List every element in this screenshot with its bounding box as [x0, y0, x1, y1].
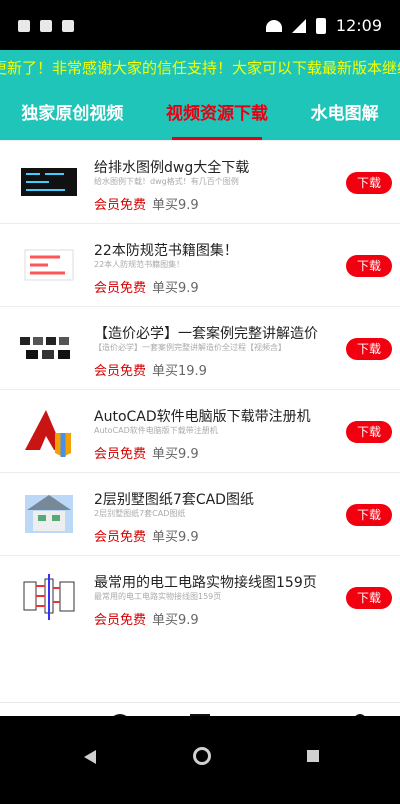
tab-water-electric-diagram[interactable]: 水电图解 [307, 88, 383, 140]
thumbnail-drainage [21, 168, 77, 196]
item-title: AutoCAD软件电脑版下载带注册机 [94, 409, 311, 425]
download-button[interactable]: 下载 [346, 255, 392, 277]
app-content: 更新了！非常感谢大家的信任支持！大家可以下载最新版本继续使用 独家原创视频 视频… [0, 50, 400, 716]
phone-screen: 12:09 更新了！非常感谢大家的信任支持！大家可以下载最新版本继续使用 独家原… [0, 0, 400, 804]
download-button[interactable]: 下载 [346, 504, 392, 526]
list-item[interactable]: 【造价必学】一套案例完整讲解造价 【造价必学】一套案例完整讲解造价全过程【视频含… [0, 306, 400, 389]
item-subtitle: 最常用的电工电路实物接线图159页 [94, 592, 222, 601]
member-free-label: 会员免费 [94, 447, 147, 462]
nav-recommend[interactable]: 推荐 [240, 703, 320, 716]
single-price: 单买9.9 [152, 613, 199, 628]
signal-icon [291, 18, 306, 33]
item-subtitle: 给水图例下载！dwg格式！有几百个图例 [94, 177, 239, 186]
nav-home[interactable]: 主页 [0, 703, 80, 716]
list-item[interactable]: 最常用的电工电路实物接线图159页 最常用的电工电路实物接线图159页 会员免费… [0, 555, 400, 638]
nav-profile[interactable]: 我的 [320, 703, 400, 716]
status-system-icons: 12:09 [265, 16, 382, 35]
tab-video-download[interactable]: 视频资源下载 [162, 88, 272, 140]
status-time: 12:09 [335, 16, 382, 35]
wifi-icon [265, 19, 282, 32]
list-item[interactable]: 22本防规范书籍图集！ 22本人防规范书籍图集！ 会员免费 单买9.9 下载 [0, 223, 400, 306]
recent-apps-icon[interactable] [307, 750, 319, 762]
announcement-marquee: 更新了！非常感谢大家的信任支持！大家可以下载最新版本继续使用 [0, 50, 400, 88]
announcement-text: 更新了！非常感谢大家的信任支持！大家可以下载最新版本继续使用 [0, 59, 400, 77]
download-button[interactable]: 下载 [346, 172, 392, 194]
member-free-label: 会员免费 [94, 613, 147, 628]
item-title: 22本防规范书籍图集！ [94, 243, 238, 259]
thumbnail-villa [25, 495, 73, 533]
item-subtitle: 22本人防规范书籍图集！ [94, 260, 185, 269]
single-price: 单买9.9 [152, 281, 199, 296]
single-price: 单买19.9 [152, 364, 207, 379]
back-icon[interactable] [84, 750, 96, 764]
item-title: 【造价必学】一套案例完整讲解造价 [94, 326, 318, 342]
member-free-label: 会员免费 [94, 530, 147, 545]
download-button[interactable]: 下载 [346, 587, 392, 609]
status-sync-icon [40, 20, 52, 32]
battery-icon [315, 17, 326, 34]
item-title: 2层别墅图纸7套CAD图纸 [94, 492, 254, 508]
status-sd-icon [62, 20, 74, 32]
bottom-navigation: 主页 服务 计算 推荐 我的 [0, 702, 400, 716]
top-tabs: 独家原创视频 视频资源下载 水电图解 [0, 88, 400, 140]
item-title: 给排水图例dwg大全下载 [94, 160, 250, 176]
list-item[interactable]: 2层别墅图纸7套CAD图纸 2层别墅图纸7套CAD图纸 会员免费 单买9.9 下… [0, 472, 400, 555]
status-a-icon [18, 20, 30, 32]
item-title: 最常用的电工电路实物接线图159页 [94, 575, 317, 591]
status-bar: 12:09 [0, 0, 400, 50]
member-free-label: 会员免费 [94, 364, 147, 379]
download-button[interactable]: 下载 [346, 421, 392, 443]
list-item[interactable]: AutoCAD软件电脑版下载带注册机 AutoCAD软件电脑版下载带注册机 会员… [0, 389, 400, 472]
home-circle-icon[interactable] [193, 747, 211, 765]
thumbnail-books [24, 249, 74, 281]
tab-original-video[interactable]: 独家原创视频 [17, 88, 127, 140]
item-subtitle: 2层别墅图纸7套CAD图纸 [94, 509, 186, 518]
item-subtitle: AutoCAD软件电脑版下载带注册机 [94, 426, 218, 435]
android-navigation-bar [0, 716, 400, 804]
thumbnail-autocad [25, 410, 71, 457]
single-price: 单买9.9 [152, 198, 199, 213]
single-price: 单买9.9 [152, 447, 199, 462]
thumbnail-cost-course [20, 337, 70, 359]
resource-list: 给排水图例dwg大全下载 给水图例下载！dwg格式！有几百个图例 会员免费 单买… [0, 140, 400, 702]
member-free-label: 会员免费 [94, 281, 147, 296]
member-free-label: 会员免费 [94, 198, 147, 213]
status-notification-icons [18, 20, 74, 32]
download-button[interactable]: 下载 [346, 338, 392, 360]
item-subtitle: 【造价必学】一套案例完整讲解造价全过程【视频含】 [94, 343, 286, 352]
nav-calc[interactable]: 计算 [160, 703, 240, 716]
list-item[interactable]: 给排水图例dwg大全下载 给水图例下载！dwg格式！有几百个图例 会员免费 单买… [0, 140, 400, 223]
nav-service[interactable]: 服务 [80, 703, 160, 716]
thumbnail-electrical-wiring [23, 574, 75, 620]
single-price: 单买9.9 [152, 530, 199, 545]
